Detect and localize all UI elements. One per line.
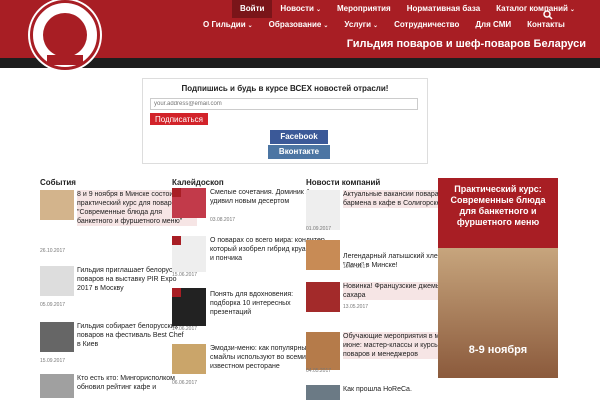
chevron-down-icon: ⌄ [323, 23, 329, 29]
nav-education[interactable]: Образование ⌄ [261, 16, 337, 34]
facebook-button[interactable]: Facebook [270, 130, 328, 144]
company-thumbnail [306, 332, 340, 370]
event-thumbnail [40, 266, 74, 296]
chevron-down-icon: ⌄ [247, 23, 253, 29]
chevron-down-icon: ⌄ [315, 7, 321, 13]
company-news-date: 01.09.2017 [306, 226, 332, 232]
company-news-column: Новости компаний [306, 178, 380, 187]
nav-press[interactable]: Для СМИ [467, 16, 519, 34]
chevron-down-icon: ⌄ [373, 23, 379, 29]
course-ad-banner[interactable]: Практический курс: Современные блюда для… [438, 178, 558, 378]
company-thumbnail [306, 282, 340, 312]
company-thumbnail [306, 385, 340, 400]
company-news-date: 19.07.2017 [343, 264, 369, 270]
events-column: События [40, 178, 76, 187]
site-title: Гильдия поваров и шеф-поваров Беларуси [346, 38, 586, 50]
article-date: 15.06.2017 [172, 272, 198, 278]
event-title[interactable]: Гильдия приглашает белорусских поваров н… [77, 266, 187, 293]
company-news-date: 04.05.2017 [306, 368, 332, 374]
guild-logo[interactable] [30, 0, 100, 70]
kaleidoscope-title: Калейдоскоп [172, 178, 224, 187]
ad-title: Практический курс: Современные блюда для… [450, 184, 546, 227]
kaleidoscope-column: Калейдоскоп [172, 178, 224, 187]
email-input[interactable] [150, 98, 418, 110]
event-title[interactable]: Гильдия собирает белорусских поваров на … [77, 322, 187, 349]
ad-food-image [438, 248, 558, 378]
article-thumbnail [172, 344, 206, 374]
event-thumbnail [40, 322, 74, 352]
vkontakte-button[interactable]: Вконтакте [268, 145, 330, 159]
event-thumbnail [40, 190, 74, 220]
article-date: 14.06.2017 [172, 326, 198, 332]
company-thumbnail [306, 240, 340, 270]
logo-ribbon [47, 55, 83, 65]
media-badge-icon [172, 236, 181, 245]
article-date: 06.06.2017 [172, 380, 198, 386]
company-news-date: 13.05.2017 [343, 304, 369, 310]
media-badge-icon [172, 188, 181, 197]
subscribe-button[interactable]: Подписаться [150, 113, 208, 125]
article-date: 03.08.2017 [210, 217, 236, 223]
company-thumbnail [306, 190, 340, 230]
event-date: 05.09.2017 [40, 302, 66, 308]
nav-about[interactable]: О Гильдии ⌄ [195, 16, 261, 34]
company-news-title: Новости компаний [306, 178, 381, 187]
media-badge-icon [172, 288, 181, 297]
main-nav: О Гильдии ⌄ Образование ⌄ Услуги ⌄ Сотрудни… [195, 16, 573, 34]
nav-cooperation[interactable]: Сотрудничество [386, 16, 467, 34]
event-thumbnail [40, 374, 74, 398]
nav-services[interactable]: Услуги ⌄ [336, 16, 386, 34]
subscribe-text: Подпишись и будь в курсе ВСЕХ новостей о… [181, 84, 389, 93]
chef-emblem [43, 13, 87, 57]
search-icon[interactable] [543, 10, 553, 20]
event-date: 15.09.2017 [40, 358, 66, 364]
company-news-title-link[interactable]: Как прошла HoReCa. [343, 385, 463, 394]
chevron-down-icon: ⌄ [569, 7, 575, 13]
header-strip [0, 58, 600, 68]
event-title[interactable]: Кто есть кто: Мингорисполком обновил рей… [77, 374, 187, 392]
article-title[interactable]: Понять для вдохновения: подборка 10 инте… [210, 290, 310, 317]
ad-date: 8-9 ноября [468, 344, 528, 356]
event-date: 26.10.2017 [40, 248, 66, 254]
events-title: События [40, 178, 76, 187]
